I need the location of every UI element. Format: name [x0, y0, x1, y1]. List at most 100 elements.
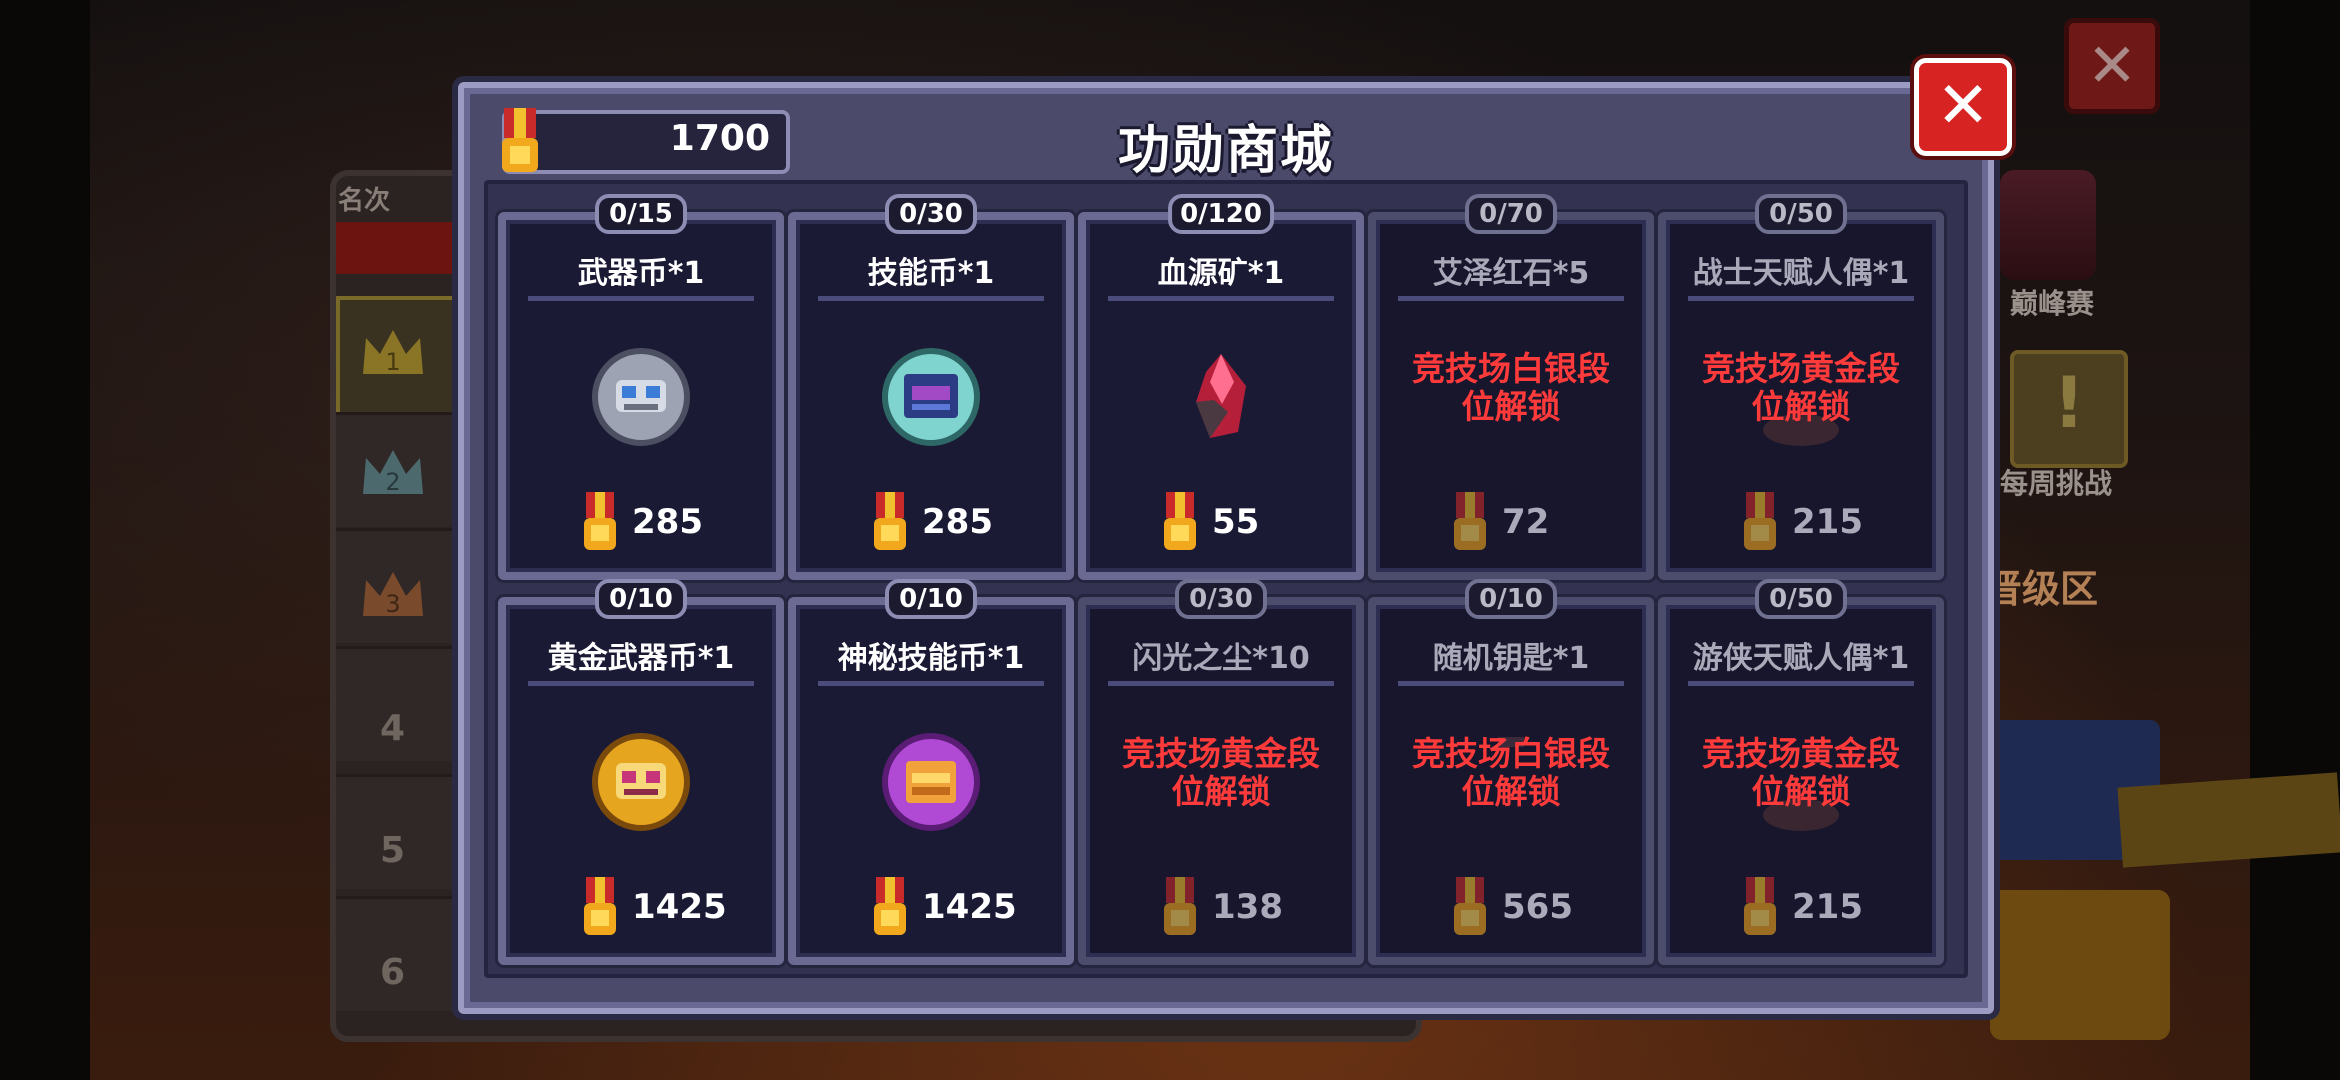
- medal-icon: [578, 492, 622, 558]
- svg-text:3: 3: [385, 590, 400, 618]
- gold-crown-icon: 1: [363, 330, 423, 376]
- store-item-card[interactable]: 0/15 武器币*1 285: [498, 194, 784, 580]
- unlock-requirement: 竞技场白银段 位解锁: [1412, 349, 1610, 426]
- close-icon: ✕: [1936, 69, 1990, 143]
- medal-icon: [868, 877, 912, 943]
- item-price: 285: [796, 492, 1066, 552]
- medal-icon: [1158, 877, 1202, 943]
- price-value: 1425: [922, 887, 1017, 927]
- unlock-requirement: 竞技场黄金段 位解锁: [1122, 734, 1320, 811]
- store-item-card[interactable]: 0/50 战士天赋人偶*1 竞技场黄金段 位解锁 215: [1658, 194, 1944, 580]
- medal-icon: [868, 492, 912, 558]
- close-icon: ✕: [2086, 31, 2138, 101]
- medal-icon: [1158, 492, 1202, 558]
- blood-ore-icon: [1196, 354, 1246, 438]
- store-item-card[interactable]: 0/10 黄金武器币*1 1425: [498, 579, 784, 965]
- background-rank-number: 6: [380, 952, 406, 993]
- bronze-crown-icon: 3: [363, 572, 423, 618]
- store-item-card[interactable]: 0/10 随机钥匙*1 竞技场白银段 位解锁 565: [1368, 579, 1654, 965]
- item-price: 215: [1666, 492, 1936, 552]
- item-name: 艾泽红石*5: [1432, 256, 1590, 291]
- exclamation-icon: !: [2053, 362, 2085, 444]
- store-title: 功勋商城: [1117, 121, 1334, 181]
- unlock-requirement: 竞技场白银段 位解锁: [1412, 734, 1610, 811]
- purchase-limit-badge: 0/10: [1465, 579, 1557, 619]
- purchase-limit-badge: 0/50: [1755, 579, 1847, 619]
- item-price: 138: [1086, 877, 1356, 937]
- item-price: 565: [1376, 877, 1646, 937]
- item-price: 1425: [506, 877, 776, 937]
- purchase-limit-badge: 0/30: [885, 194, 977, 234]
- background-yellow-strip: [2117, 772, 2340, 868]
- medal-icon: [1448, 877, 1492, 943]
- svg-text:1: 1: [385, 348, 400, 376]
- purchase-limit-badge: 0/120: [1168, 194, 1274, 234]
- card-divider: [1108, 296, 1334, 301]
- store-item-card[interactable]: 0/30 闪光之尘*10 竞技场黄金段 位解锁 138: [1078, 579, 1364, 965]
- skill-coin-icon: [882, 348, 980, 446]
- price-value: 285: [922, 502, 993, 542]
- unlock-requirement: 竞技场黄金段 位解锁: [1702, 734, 1900, 811]
- card-divider: [1398, 296, 1624, 301]
- purchase-limit-badge: 0/70: [1465, 194, 1557, 234]
- item-price: 215: [1666, 877, 1936, 937]
- item-price: 285: [506, 492, 776, 552]
- background-rank-number: 4: [380, 708, 406, 749]
- store-item-card[interactable]: 0/120 血源矿*1 55: [1078, 194, 1364, 580]
- item-name: 战士天赋人偶*1: [1692, 256, 1910, 291]
- background-rank-number: 5: [380, 830, 406, 871]
- weekly-challenge-label: 每周挑战: [2000, 467, 2113, 500]
- unlock-requirement: 竞技场黄金段 位解锁: [1702, 349, 1900, 426]
- medal-icon: [1738, 492, 1782, 558]
- price-value: 1425: [632, 887, 727, 927]
- item-name: 闪光之尘*10: [1132, 641, 1310, 676]
- medal-icon: [1738, 877, 1782, 943]
- silver-crown-icon: 2: [363, 450, 423, 496]
- card-divider: [1688, 296, 1914, 301]
- purchase-limit-badge: 0/50: [1755, 194, 1847, 234]
- price-value: 215: [1792, 502, 1863, 542]
- background-rank-label: 名次: [338, 186, 391, 216]
- svg-text:2: 2: [385, 468, 400, 496]
- medal-icon: [578, 877, 622, 943]
- item-name: 黄金武器币*1: [547, 641, 735, 676]
- purchase-limit-badge: 0/30: [1175, 579, 1267, 619]
- price-value: 565: [1502, 887, 1573, 927]
- price-value: 285: [632, 502, 703, 542]
- background-close-button: ✕: [2064, 18, 2160, 114]
- item-name: 血源矿*1: [1157, 256, 1285, 291]
- card-divider: [818, 681, 1044, 686]
- item-price: 72: [1376, 492, 1646, 552]
- medal-icon: [1448, 492, 1492, 558]
- card-divider: [528, 681, 754, 686]
- card-divider: [1108, 681, 1334, 686]
- card-divider: [528, 296, 754, 301]
- purchase-limit-badge: 0/15: [595, 194, 687, 234]
- card-divider: [1688, 681, 1914, 686]
- mystic-skill-coin-icon: [882, 733, 980, 831]
- price-value: 215: [1792, 887, 1863, 927]
- store-item-card[interactable]: 0/30 技能币*1 285: [788, 194, 1074, 580]
- store-item-card[interactable]: 0/70 艾泽红石*5 竞技场白银段 位解锁 72: [1368, 194, 1654, 580]
- card-divider: [1398, 681, 1624, 686]
- item-name: 游侠天赋人偶*1: [1692, 641, 1910, 676]
- apex-match-label: 巅峰赛: [2010, 287, 2095, 320]
- item-name: 武器币*1: [577, 256, 705, 291]
- item-price: 1425: [796, 877, 1066, 937]
- price-value: 72: [1502, 502, 1550, 542]
- apex-match-icon: [2000, 170, 2096, 280]
- item-name: 技能币*1: [867, 256, 995, 291]
- store-item-card[interactable]: 0/50 游侠天赋人偶*1 竞技场黄金段 位解锁 215: [1658, 579, 1944, 965]
- weekly-challenge-icon: !: [2010, 350, 2128, 468]
- close-button[interactable]: ✕: [1914, 58, 2012, 156]
- price-value: 138: [1212, 887, 1283, 927]
- store-item-card[interactable]: 0/10 神秘技能币*1 1425: [788, 579, 1074, 965]
- promotion-zone-label: 晋级区: [1984, 567, 2099, 611]
- gold-weapon-coin-icon: [592, 733, 690, 831]
- purchase-limit-badge: 0/10: [885, 579, 977, 619]
- item-price: 55: [1086, 492, 1356, 552]
- purchase-limit-badge: 0/10: [595, 579, 687, 619]
- weapon-coin-icon: [592, 348, 690, 446]
- card-divider: [818, 296, 1044, 301]
- item-name: 神秘技能币*1: [837, 641, 1025, 676]
